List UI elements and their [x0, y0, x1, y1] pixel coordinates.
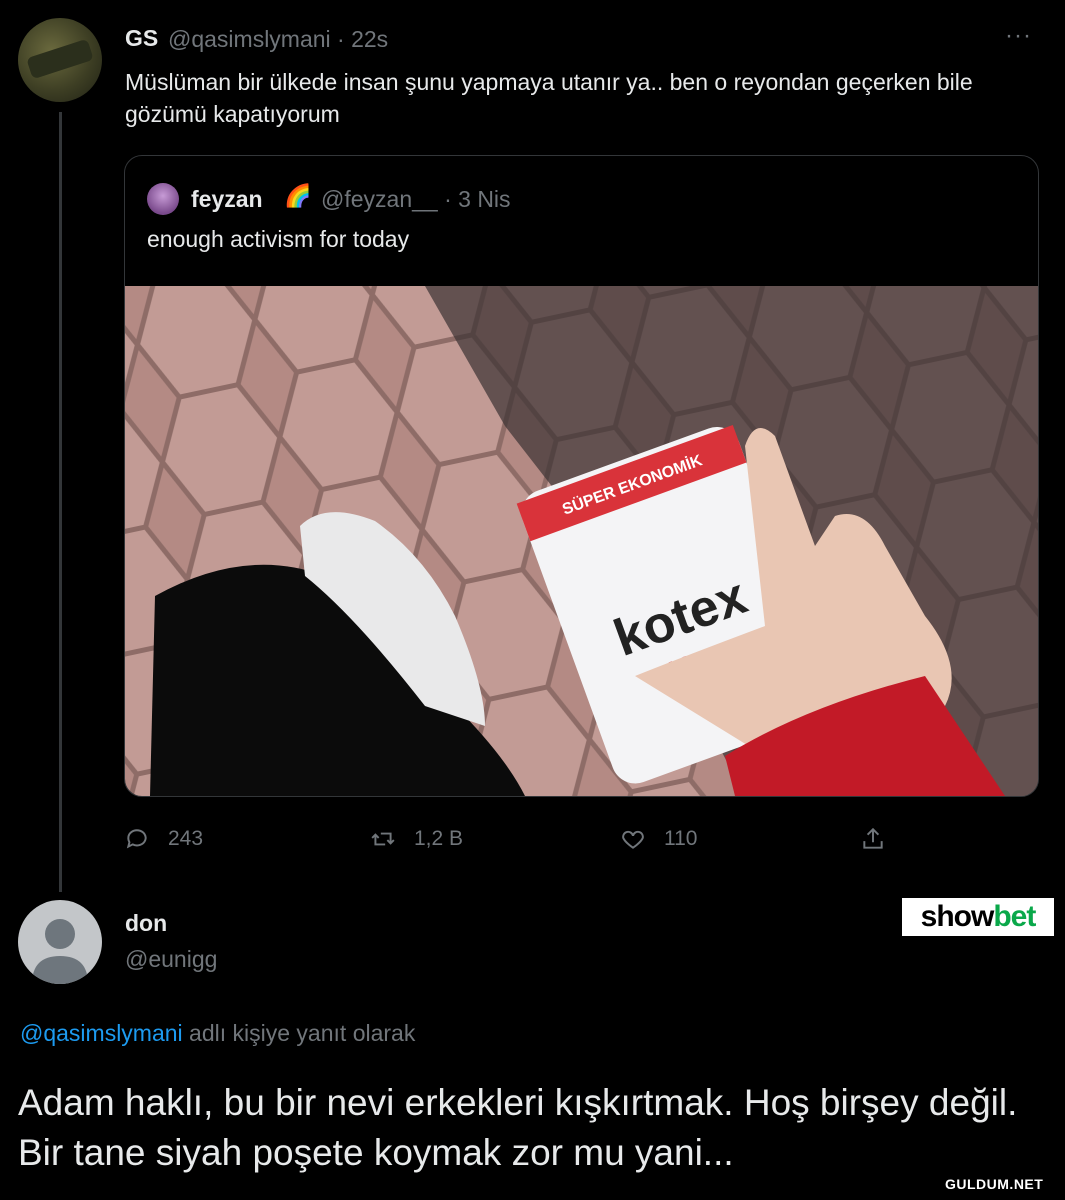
author-name[interactable]: GS	[125, 25, 158, 52]
quoted-tweet-photo[interactable]: SÜPER EKONOMİK kotex ACTIVE	[125, 286, 1038, 796]
reply-text: Adam haklı, bu bir nevi erkekleri kışkır…	[18, 1082, 1018, 1173]
default-avatar-icon	[32, 919, 88, 984]
quoted-author-handle-time: @feyzan__ · 3 Nis	[321, 186, 511, 212]
retweet-action[interactable]: 1,2 B	[370, 826, 463, 852]
like-count: 110	[664, 827, 698, 850]
logo-show-text: show	[920, 900, 995, 933]
author-handle-time[interactable]: @qasimslymani · 22s	[168, 26, 388, 53]
quoted-tweet-text: enough activism for today	[147, 226, 410, 252]
site-watermark: GULDUM.NET	[945, 1176, 1044, 1192]
quoted-author-name: feyzan	[191, 186, 263, 212]
replying-suffix: adlı kişiye yanıt olarak	[182, 1020, 416, 1046]
share-action[interactable]	[860, 826, 904, 852]
quoted-tweet[interactable]: feyzan 🌈 @feyzan__ · 3 Nis enough activi…	[124, 155, 1039, 797]
reply-author-handle[interactable]: @eunigg	[125, 946, 217, 973]
share-icon	[863, 827, 883, 849]
like-action[interactable]: 110	[620, 826, 697, 852]
retweet-count: 1,2 B	[414, 827, 464, 850]
retweet-icon	[371, 832, 395, 846]
reply-count: 243	[168, 827, 204, 850]
quoted-author-avatar	[147, 183, 179, 215]
thread-line	[59, 112, 62, 892]
tweet-text: Müslüman bir ülkede insan şunu yapmaya u…	[125, 69, 973, 127]
heart-icon	[622, 830, 644, 849]
more-options-icon[interactable]: ···	[1005, 22, 1032, 50]
rainbow-emoji: 🌈	[284, 183, 312, 208]
author-avatar[interactable]	[18, 18, 102, 102]
logo-bet-text: bet	[993, 900, 1036, 933]
replying-to: @qasimslymani adlı kişiye yanıt olarak	[20, 1020, 415, 1047]
reply-action[interactable]: 243	[124, 826, 203, 852]
reply-author-name[interactable]: don	[125, 910, 167, 937]
reply-author-avatar[interactable]	[18, 900, 102, 984]
reply-icon	[126, 829, 147, 849]
showbet-logo: showbet	[902, 898, 1054, 936]
replying-mention-link[interactable]: @qasimslymani	[20, 1020, 183, 1046]
